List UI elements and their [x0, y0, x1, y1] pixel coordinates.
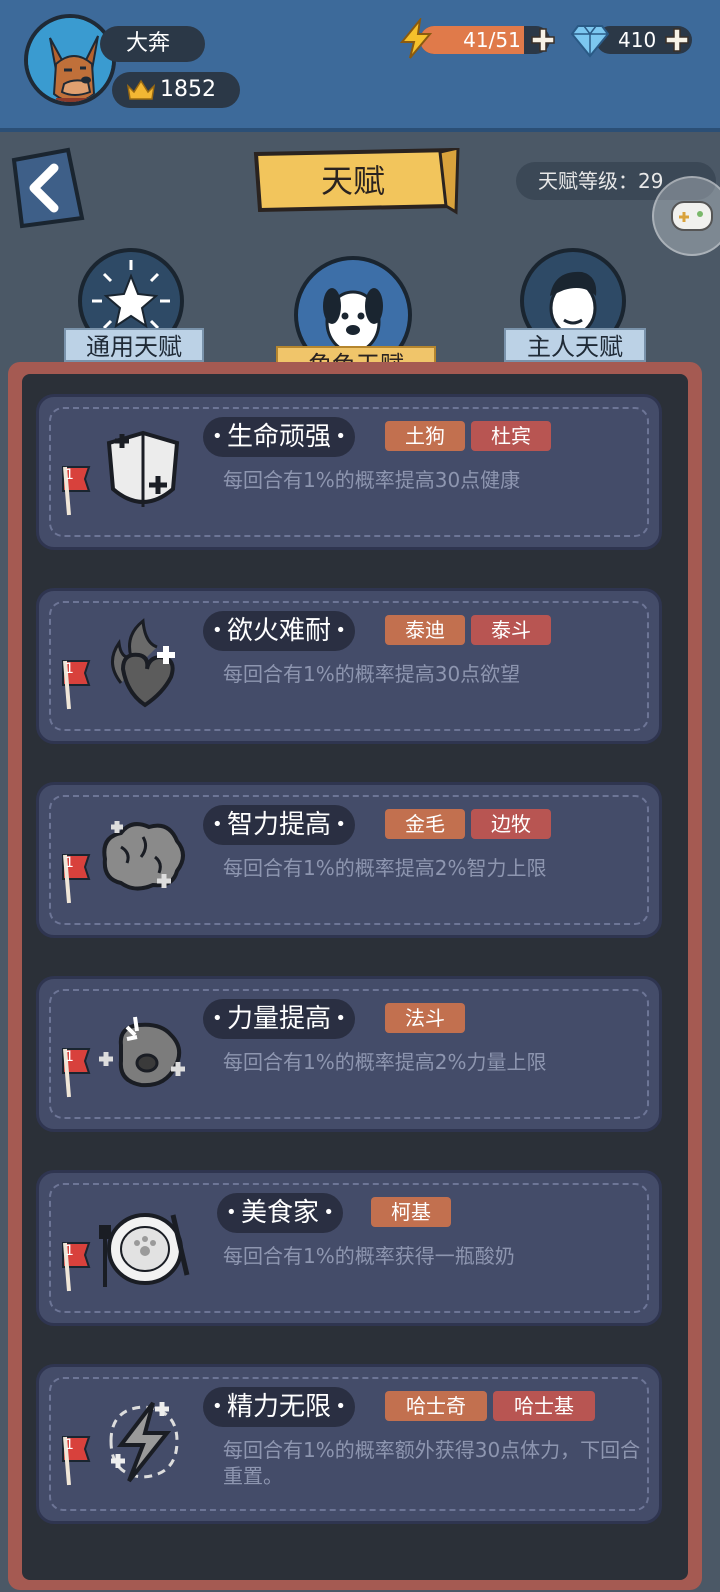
flag-icon	[62, 1436, 91, 1486]
flag-icon	[62, 1048, 91, 1098]
talent-description: 每回合有1%的概率获得一瓶酸奶	[223, 1244, 515, 1268]
talent-tag: 哈士奇	[385, 1391, 487, 1421]
crown-icon	[126, 79, 156, 100]
talent-card[interactable]: 1 智力提高 金毛 边牧 每回合有1%的概率提高2%智力上限	[36, 782, 662, 938]
flag-number: 1	[65, 1243, 74, 1259]
flag-icon	[62, 854, 91, 904]
talent-description: 每回合有1%的概率提高2%智力上限	[223, 856, 547, 880]
talent-name: 美食家	[217, 1193, 344, 1233]
lightning-icon	[109, 1401, 179, 1483]
flag-icon	[62, 466, 91, 516]
floating-assist-button[interactable]	[652, 176, 720, 256]
talent-tag: 柯基	[371, 1197, 451, 1227]
talent-name: 欲火难耐	[203, 611, 356, 651]
flag-number: 1	[65, 855, 74, 871]
player-avatar[interactable]	[24, 14, 116, 106]
flag-icon	[62, 660, 91, 710]
plate-icon	[99, 1213, 190, 1287]
energy-value: 41/51	[463, 28, 521, 52]
flag-number: 1	[65, 1437, 74, 1453]
back-button[interactable]	[8, 146, 86, 230]
page-title: 天赋	[320, 162, 385, 200]
flag-number: 1	[65, 1049, 74, 1065]
talent-tag: 边牧	[471, 809, 551, 839]
add-gems-button[interactable]	[664, 27, 690, 53]
talent-tag: 哈士基	[493, 1391, 595, 1421]
gem-value: 410	[618, 28, 657, 52]
talent-card[interactable]: 1 力量提高 法斗 每回合有1%的概率提高2%力量上限	[36, 976, 662, 1132]
talent-tag: 土狗	[385, 421, 465, 451]
talent-name: 力量提高	[203, 999, 356, 1039]
add-energy-button[interactable]	[530, 27, 556, 53]
player-name: 大奔	[100, 26, 205, 62]
talent-tag: 金毛	[385, 809, 465, 839]
talent-name: 生命顽强	[203, 417, 356, 457]
talent-card[interactable]: 1 美食家 柯基 每回合有1%的概率获得一瓶酸奶	[36, 1170, 662, 1326]
talent-name: 智力提高	[203, 805, 356, 845]
player-score-value: 1852	[160, 77, 216, 102]
gamepad-icon	[671, 201, 713, 231]
tab-general-talent-label[interactable]: 通用天赋	[64, 328, 204, 362]
talent-card[interactable]: 1 欲火难耐 泰迪 泰斗 每回合有1%的概率提高30点欲望	[36, 588, 662, 744]
talent-tag: 杜宾	[471, 421, 551, 451]
talent-tag: 泰迪	[385, 615, 465, 645]
flag-number: 1	[65, 467, 74, 483]
player-score: 1852	[112, 72, 240, 108]
talent-card[interactable]: 1 生命顽强 土狗 杜宾 每回合有1%的概率提高30点健康	[36, 394, 662, 550]
fire-heart-icon	[111, 618, 175, 708]
talent-description: 每回合有1%的概率提高2%力量上限	[223, 1050, 547, 1074]
talent-description: 每回合有1%的概率额外获得30点体力，下回合重置。	[223, 1438, 641, 1488]
brain-icon	[102, 821, 185, 891]
lightning-icon	[399, 18, 433, 59]
talent-name: 精力无限	[203, 1387, 356, 1427]
tab-owner-talent-label[interactable]: 主人天赋	[504, 328, 646, 362]
talent-description: 每回合有1%的概率提高30点欲望	[223, 662, 521, 686]
diamond-icon	[570, 25, 610, 58]
talent-description: 每回合有1%的概率提高30点健康	[223, 468, 521, 492]
flag-number: 1	[65, 661, 74, 677]
flag-icon	[62, 1242, 91, 1292]
armor-icon	[106, 430, 180, 507]
talent-card[interactable]: 1 精力无限 哈士奇 哈士基 每回合有1%的概率额外获得30点体力，下回合重置。	[36, 1364, 662, 1524]
fist-icon	[99, 1016, 185, 1088]
talent-tag: 泰斗	[471, 615, 551, 645]
talent-tag: 法斗	[385, 1003, 465, 1033]
